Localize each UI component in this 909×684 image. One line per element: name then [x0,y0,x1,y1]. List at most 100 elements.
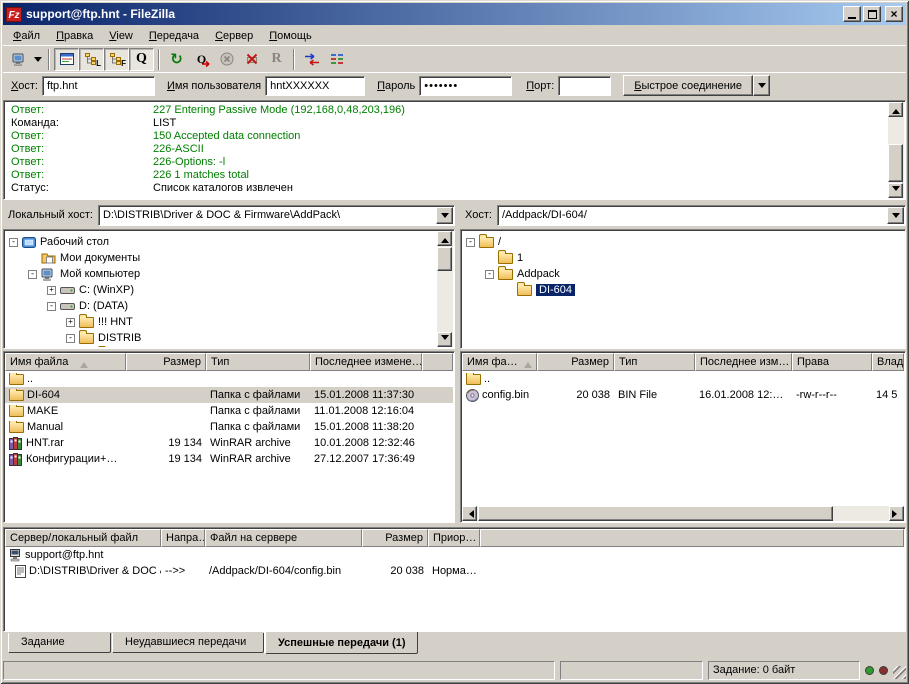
column-header-direction[interactable]: Напра… [161,529,205,547]
process-queue-button[interactable]: Q [189,48,214,71]
file-row[interactable]: Manual Папка с файлами 15.01.2008 11:38:… [5,419,453,435]
column-header-size[interactable]: Размер [537,353,614,371]
refresh-button[interactable]: ↻ [164,48,189,71]
toggle-local-tree-button[interactable]: L [79,48,104,71]
minimize-button[interactable] [843,6,861,22]
column-header-server-local-file[interactable]: Сервер/локальный файл [5,529,161,547]
column-header-size[interactable]: Размер [126,353,206,371]
remote-path-value[interactable]: /Addpack/DI-604/ [498,209,886,221]
tree-item[interactable]: - DISTRIB [7,330,435,346]
tree-item-label[interactable]: Мои документы [60,252,140,264]
menu-edit[interactable]: Правка [48,28,101,44]
menu-transfer[interactable]: Передача [141,28,207,44]
column-header-modified[interactable]: Последнее изм… [695,353,792,371]
scrollbar-thumb[interactable] [888,144,903,182]
tree-item-label[interactable]: D: (DATA) [79,300,128,312]
reconnect-button[interactable]: R [264,48,289,71]
scroll-down-button[interactable] [888,183,903,198]
queue-item-row[interactable]: D:\DISTRIB\Driver & DOC & … -->> /Addpac… [5,563,904,579]
quickconnect-button[interactable]: Быстрое соединение [623,75,753,96]
site-manager-dropdown[interactable] [32,48,44,71]
expand-icon[interactable]: + [47,286,56,295]
column-header-type[interactable]: Тип [206,353,310,371]
local-path-combo[interactable]: D:\DISTRIB\Driver & DOC & Firmware\AddPa… [98,205,455,226]
scroll-down-button[interactable] [437,332,452,347]
collapse-icon[interactable]: - [9,238,18,247]
menu-view[interactable]: View [101,28,141,44]
tree-item-label[interactable]: 1 [517,252,523,264]
maximize-button[interactable] [863,6,881,22]
expand-icon[interactable]: + [66,318,75,327]
column-header-name[interactable]: Имя файла [5,353,126,371]
column-header-permissions[interactable]: Права [792,353,872,371]
menu-server[interactable]: Сервер [207,28,261,44]
queue-server-row[interactable]: support@ftp.hnt [5,547,904,563]
toggle-queue-button[interactable]: Q [129,48,154,71]
file-row[interactable]: MAKE Папка с файлами 11.01.2008 12:16:04 [5,403,453,419]
tree-item-label[interactable]: Мой компьютер [60,268,140,280]
file-row-selected[interactable]: DI-604 Папка с файлами 15.01.2008 11:37:… [5,387,453,403]
column-header-type[interactable]: Тип [614,353,695,371]
column-header-owner[interactable]: Влад [872,353,904,371]
tab-queue[interactable]: Задание [8,633,111,653]
menu-file[interactable]: Файл [5,28,48,44]
scroll-right-button[interactable] [889,506,904,521]
queue-local-file[interactable]: D:\DISTRIB\Driver & DOC & … [29,565,161,577]
cancel-button[interactable] [214,48,239,71]
tree-item[interactable]: Мои документы [7,250,435,266]
local-path-dropdown[interactable] [436,207,453,224]
file-row-up[interactable]: .. [5,371,453,387]
collapse-icon[interactable]: - [66,334,75,343]
column-header-priority[interactable]: Приор… [428,529,480,547]
collapse-icon[interactable]: - [47,302,56,311]
remote-path-dropdown[interactable] [887,207,904,224]
tree-item[interactable]: - Рабочий стол [7,234,435,250]
port-input[interactable] [558,76,611,96]
tree-item-label[interactable]: DI-604 [536,284,575,296]
scroll-up-button[interactable] [888,102,903,117]
disconnect-button[interactable] [239,48,264,71]
scrollbar-thumb[interactable] [478,506,833,521]
tree-item-label[interactable]: Addpack [517,268,560,280]
file-row[interactable]: HNT.rar 19 134 WinRAR archive 10.01.2008… [5,435,453,451]
tree-item-label[interactable]: / [498,236,501,248]
toggle-remote-tree-button[interactable]: F [104,48,129,71]
column-header-size[interactable]: Размер [362,529,428,547]
collapse-icon[interactable]: - [485,270,494,279]
password-input[interactable] [419,76,512,96]
remote-path-combo[interactable]: /Addpack/DI-604/ [497,205,906,226]
tab-successful-transfers[interactable]: Успешные передачи (1) [265,632,418,654]
tree-item-label[interactable]: C: (WinXP) [79,284,134,296]
host-input[interactable] [42,76,155,96]
file-row-up[interactable]: .. [462,371,904,387]
tree-item[interactable]: - D: (DATA) [7,298,435,314]
toggle-message-log-button[interactable] [54,48,79,71]
tree-item[interactable]: - Addpack [464,266,902,282]
file-row[interactable]: Конфигурации+… 19 134 WinRAR archive 27.… [5,451,453,467]
remote-list-hscrollbar[interactable] [462,506,904,521]
scrollbar-thumb[interactable] [437,247,452,271]
tree-item[interactable]: + !!! HNT [7,314,435,330]
column-header-remote-file[interactable]: Файл на сервере [205,529,362,547]
tree-item-label[interactable]: DISTRIB [98,332,141,344]
tree-item-selected[interactable]: DI-604 [464,282,902,298]
queue-server-label[interactable]: support@ftp.hnt [25,549,103,561]
tree-item-label[interactable]: !!! HNT [98,316,133,328]
tree-item[interactable]: - / [464,234,902,250]
collapse-icon[interactable]: - [466,238,475,247]
resize-grip[interactable] [893,666,906,679]
tree-item[interactable]: 1 [464,250,902,266]
local-tree-scrollbar[interactable] [437,231,453,347]
username-input[interactable] [265,76,365,96]
scroll-up-button[interactable] [437,231,452,246]
file-row[interactable]: config.bin 20 038 BIN File 16.01.2008 12… [462,387,904,403]
column-header-modified[interactable]: Последнее измене… [310,353,422,371]
tab-failed-transfers[interactable]: Неудавшиеся передачи [112,633,264,653]
collapse-icon[interactable]: - [28,270,37,279]
column-header-name[interactable]: Имя фа… [462,353,537,371]
tree-item[interactable]: + Antivir [7,346,435,347]
site-manager-button[interactable] [7,48,32,71]
menu-help[interactable]: Помощь [261,28,320,44]
filters-button[interactable] [299,48,324,71]
quickconnect-dropdown[interactable] [753,75,770,96]
